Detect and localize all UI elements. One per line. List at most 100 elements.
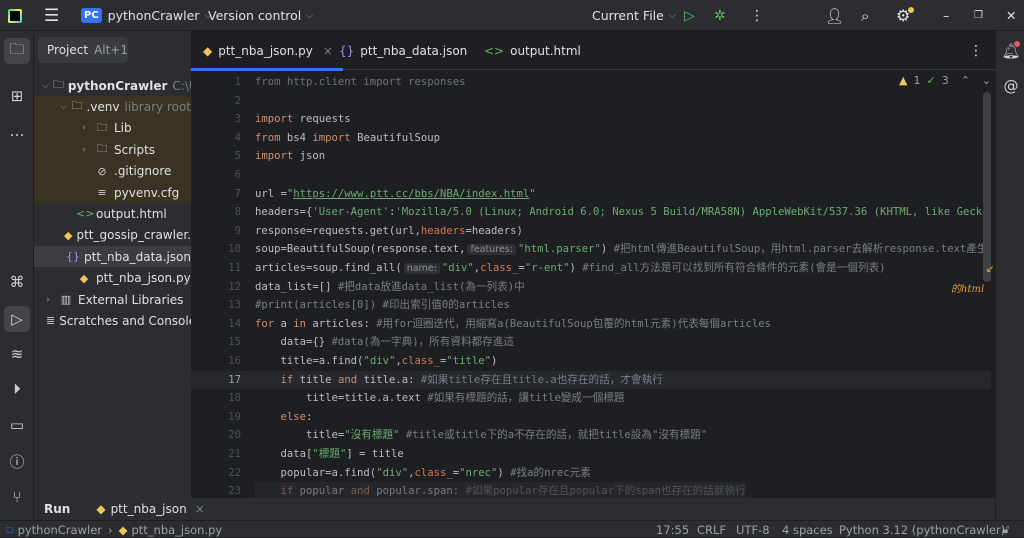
code-line[interactable]: from http.client import responses — [255, 73, 465, 92]
code-line[interactable]: if popular and popular.span: #如果popular存… — [255, 482, 746, 498]
handwritten-annotation: 的html — [951, 284, 985, 295]
code-line[interactable]: response=requests.get(url,headers=header… — [255, 222, 523, 241]
structure-tool-icon[interactable]: ⊞ — [4, 83, 30, 109]
inspection-widget[interactable]: ▲ 1 ✓ 3 ⌃ ⌄ — [899, 74, 991, 87]
code-line[interactable]: import requests — [255, 110, 351, 129]
close-tab-icon[interactable]: × — [195, 502, 205, 516]
code-line[interactable]: data={} #data(為一字典)，所有資料都存進這 — [255, 333, 514, 352]
tree-item[interactable]: ≣ Scratches and Console — [34, 310, 191, 331]
code-line[interactable]: if title and title.a: #如果title存在且title.a… — [255, 371, 663, 390]
run-tool-icon[interactable]: ▷ — [4, 306, 30, 332]
tree-item[interactable]: ⌵ 🗀 .venv library root — [34, 96, 191, 117]
code-line[interactable]: data["標題"] = title — [255, 445, 404, 464]
terminal-icon[interactable]: ▭ — [4, 412, 30, 438]
caret-position[interactable]: 17:55 — [656, 521, 689, 538]
python-console-icon[interactable]: ⌘ — [4, 269, 30, 295]
tree-item[interactable]: ⊘ .gitignore — [34, 161, 191, 182]
tree-item[interactable]: {} ptt_nba_data.json — [34, 246, 191, 267]
debug-icon[interactable]: ✲ — [714, 0, 726, 31]
restore-icon[interactable]: ❐ — [974, 0, 983, 31]
git-icon[interactable]: ⑂ — [4, 484, 30, 510]
interpreter[interactable]: Python 3.12 (pythonCrawler) — [839, 521, 1005, 538]
services-icon[interactable]: ⏵ — [4, 376, 30, 402]
code-line[interactable]: url = "https://www.ptt.cc/bbs/NBA/index.h… — [255, 185, 536, 204]
code-line[interactable]: soup=BeautifulSoup(response.text, feature… — [255, 240, 987, 259]
tabs-more-icon[interactable]: ⋮ — [969, 31, 983, 70]
run-tab[interactable]: ptt_nba_json — [111, 502, 187, 516]
code-editor[interactable]: 1 from http.client import responses 2 3 impo… — [191, 70, 995, 498]
run-icon[interactable]: ▷ — [684, 0, 695, 31]
tree-item[interactable]: ◆ ptt_gossip_crawler. — [34, 225, 191, 246]
tree-item-label: output.html — [96, 206, 167, 221]
close-icon[interactable]: ✕ — [1006, 0, 1016, 31]
breadcrumb[interactable]: ▢ pythonCrawler › ◆ ptt_nba_json.py — [6, 521, 222, 538]
minimize-icon[interactable]: – — [943, 0, 949, 31]
chevron-down-icon[interactable]: ⌵ — [60, 102, 68, 112]
more-tools-icon[interactable]: … — [4, 118, 30, 144]
encoding[interactable]: UTF-8 — [736, 521, 770, 538]
notifications-icon[interactable]: 🔔︎ — [998, 38, 1024, 64]
code-line[interactable]: else: — [255, 408, 313, 427]
folder-icon: 🗀 — [71, 99, 83, 113]
code-line[interactable]: popular=a.find("div",class_="nrec") #找a的… — [255, 464, 591, 483]
code-line[interactable]: for a in articles: #用for迴圈迭代，用縮寫a(Beauti… — [255, 315, 771, 334]
code-token: title=title.a.text — [255, 392, 428, 405]
python-file-icon: ◆ — [118, 522, 128, 537]
code-line[interactable]: data_list=[] #把data放進data_list(為一列表)中 — [255, 278, 525, 297]
breadcrumb-project[interactable]: pythonCrawler — [18, 523, 102, 537]
tab-ptt-nba-data-json[interactable]: {} ptt_nba_data.json — [339, 31, 467, 70]
vertical-scrollbar[interactable] — [983, 92, 991, 282]
add-user-icon[interactable]: 👤︎ — [825, 0, 844, 31]
code-line[interactable]: from bs4 import BeautifulSoup — [255, 129, 440, 148]
project-tool-icon[interactable]: 🗀 — [4, 38, 30, 64]
tab-ptt-nba-json-py[interactable]: ◆ ptt_nba_json.py × — [191, 31, 343, 71]
editor-tabs: ◆ ptt_nba_json.py × {} ptt_nba_data.json <>… — [191, 31, 995, 71]
indent-setting[interactable]: 4 spaces — [782, 521, 833, 538]
tree-item[interactable]: › 🗀 Lib — [34, 118, 191, 139]
code-line[interactable]: import json — [255, 147, 325, 166]
vcs-menu[interactable]: Version control ⌵ — [208, 0, 313, 31]
line-separator[interactable]: CRLF — [697, 521, 726, 538]
settings-icon[interactable]: ⚙ — [896, 0, 914, 31]
prev-highlight-icon[interactable]: ⌃ — [961, 74, 970, 87]
search-icon[interactable]: ⌕ — [861, 0, 869, 31]
more-icon[interactable]: ⋮ — [750, 0, 764, 31]
tree-item-label: Scripts — [114, 142, 156, 157]
code-line[interactable]: title=a.find("div",class_="title") — [255, 352, 498, 371]
code-token: "nrec" — [459, 466, 498, 479]
line-number: 6 — [234, 169, 241, 181]
tree-item[interactable]: › 🗀 Scripts — [34, 139, 191, 160]
folder-icon: 🗀 — [52, 78, 64, 91]
code-line[interactable]: title=title.a.text #如果有標題的話，讓title變成一個標題 — [255, 389, 624, 408]
chevron-right-icon[interactable]: › — [42, 295, 54, 305]
breadcrumb-file[interactable]: ptt_nba_json.py — [131, 523, 222, 537]
tab-output-html[interactable]: <> output.html — [484, 31, 581, 70]
ai-assistant-icon[interactable]: @ — [998, 73, 1024, 99]
code-line[interactable]: headers={'User-Agent':'Mozilla/5.0 (Linu… — [255, 203, 989, 222]
tree-item[interactable]: ⌵🗀pythonCrawler C:\Use — [34, 75, 191, 96]
project-switcher[interactable]: PC pythonCrawler ⌵ — [81, 0, 211, 31]
lock-icon[interactable]: 🔓︎ — [1002, 521, 1009, 538]
code-token: https://www.ptt.cc/bbs/NBA/index.html — [293, 187, 530, 200]
tree-item[interactable]: <> output.html — [34, 203, 191, 224]
code-line[interactable]: articles=soup.find_all(name: "div",class_… — [255, 259, 885, 278]
tree-item[interactable]: ◆ ptt_nba_json.py — [34, 268, 191, 289]
code-token: and — [350, 485, 370, 498]
code-token: json — [293, 150, 326, 163]
code-line[interactable]: #print(articles[0]) #印出索引值0的articles — [255, 296, 510, 315]
main-menu-icon[interactable]: ☰ — [44, 0, 59, 31]
chevron-right-icon[interactable]: › — [78, 123, 90, 133]
run-config-select[interactable]: Current File ⌵ — [592, 0, 676, 31]
line-number: 11 — [228, 262, 241, 274]
chevron-down-icon[interactable]: ⌵ — [42, 81, 49, 91]
tree-item[interactable]: › ▥ External Libraries — [34, 289, 191, 310]
code-line[interactable]: title="沒有標題" #title或title下的a不存在的話，就把titl… — [255, 426, 707, 445]
code-token: #把data放進data_list(為一列表)中 — [337, 280, 525, 293]
layers-icon[interactable]: ≋ — [4, 341, 30, 367]
problems-icon[interactable]: ⓘ — [4, 448, 30, 474]
chevron-right-icon[interactable]: › — [78, 145, 90, 155]
next-highlight-icon[interactable]: ⌄ — [982, 74, 991, 87]
close-tab-icon[interactable]: × — [323, 44, 333, 58]
tree-item[interactable]: ≡ pyvenv.cfg — [34, 182, 191, 203]
pycharm-logo-icon[interactable] — [8, 0, 22, 31]
